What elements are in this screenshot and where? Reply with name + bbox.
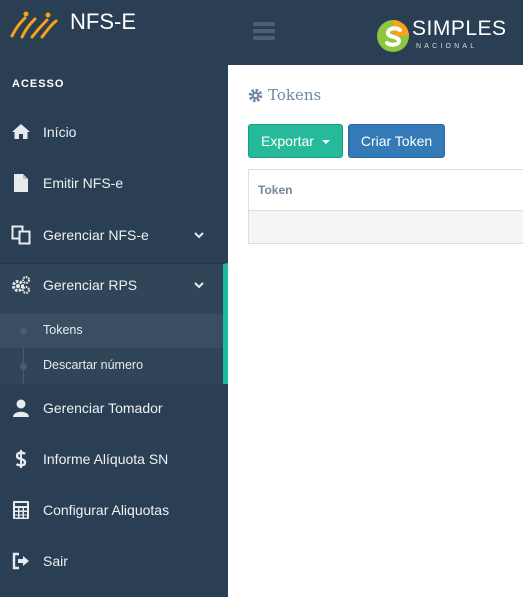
sidebar-header: NFS-E [0,0,228,65]
sidebar: ACESSO Início Emitir NFS-e Gerenciar NFS… [0,65,228,597]
sidebar-item-informe-aliquota-sn[interactable]: Informe Alíquota SN [0,439,228,479]
sidebar-item-label: Início [43,124,77,140]
table-header: Token [249,170,523,211]
export-button-label: Exportar [261,133,314,149]
sidebar-group-gerenciar-rps: Gerenciar RPS Tokens Descartar número [0,263,228,384]
sidebar-item-label: Informe Alíquota SN [43,451,169,467]
app-title[interactable]: NFS-E [70,9,136,35]
dollar-icon [15,450,27,468]
sidebar-item-emitir-nfse[interactable]: Emitir NFS-e [0,163,228,203]
app-logo-icon[interactable] [9,10,59,40]
table-row-empty [249,211,523,243]
user-icon [13,399,29,417]
sign-out-icon [12,552,29,570]
sidebar-item-inicio[interactable]: Início [0,112,228,152]
create-token-button-label: Criar Token [360,133,433,149]
create-token-button[interactable]: Criar Token [348,124,445,158]
export-button[interactable]: Exportar [248,124,343,158]
chevron-down-icon [194,282,204,289]
sidebar-item-gerenciar-rps[interactable]: Gerenciar RPS [0,265,223,305]
submenu-bullet [20,328,27,335]
caret-down-icon [321,140,330,144]
calculator-icon [13,501,29,519]
page-title: Tokens [248,86,321,104]
sidebar-section-title: ACESSO [12,78,65,90]
submenu-bullet [20,363,27,370]
sidebar-item-label: Gerenciar NFS-e [43,227,149,243]
simples-logo-icon [377,20,409,52]
sidebar-item-sair[interactable]: Sair [0,541,228,581]
page-title-text: Tokens [268,86,322,104]
gear-icon [248,88,263,102]
gears-icon [12,276,30,294]
sidebar-item-label: Gerenciar Tomador [43,400,163,416]
sidebar-item-label: Sair [43,553,68,569]
sidebar-item-label: Emitir NFS-e [43,175,124,191]
sidebar-subitem-descartar-numero[interactable]: Descartar número [0,349,223,383]
sidebar-item-label: Gerenciar RPS [43,277,138,293]
copy-icon [11,225,31,245]
home-icon [12,124,30,139]
chevron-down-icon [194,232,204,239]
sidebar-item-gerenciar-nfse[interactable]: Gerenciar NFS-e [0,215,228,255]
sidebar-subitem-label: Descartar número [43,358,144,372]
simples-nacional-logo: SIMPLES NACIONAL [376,17,506,55]
tokens-table: Token [248,169,523,244]
sidebar-subitem-tokens[interactable]: Tokens [0,314,223,348]
sidebar-subitem-label: Tokens [43,323,83,337]
sidebar-item-label: Configurar Aliquotas [43,502,170,518]
file-icon [14,174,28,192]
nacional-logo-text: NACIONAL [416,43,478,50]
sidebar-item-gerenciar-tomador[interactable]: Gerenciar Tomador [0,388,228,428]
column-header-token[interactable]: Token [258,183,292,197]
simples-logo-text: SIMPLES [412,17,507,40]
menu-toggle-icon[interactable] [253,22,275,40]
sidebar-item-configurar-aliquotas[interactable]: Configurar Aliquotas [0,490,228,530]
